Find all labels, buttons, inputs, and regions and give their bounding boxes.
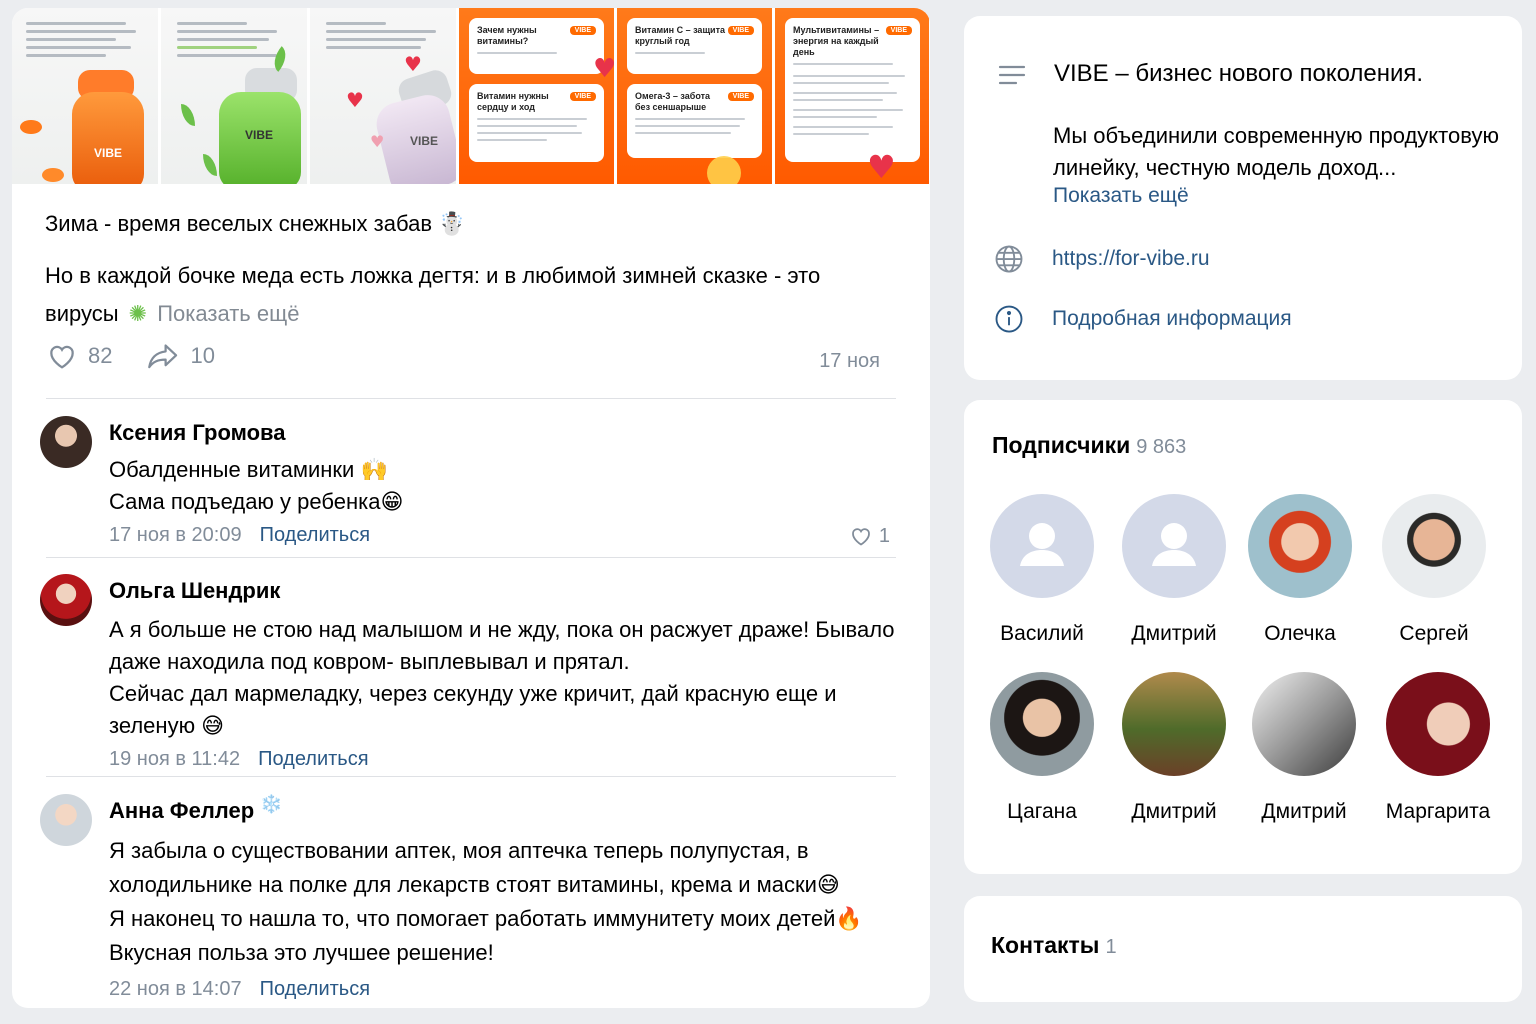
comment-text: Я забыла о существовании аптек, моя апте…	[109, 838, 863, 965]
avatar	[1248, 494, 1352, 598]
show-more-link[interactable]: Показать ещё	[1053, 184, 1189, 208]
avatar	[1122, 672, 1226, 776]
subscribers-card: Подписчики 9 863 Василий Дмитрий Олечка С…	[964, 400, 1522, 874]
comment-meta: 17 ноя в 20:09 Поделиться	[109, 524, 370, 547]
show-more-link[interactable]: Показать ещё	[157, 301, 299, 326]
subscriber[interactable]: Цагана	[982, 672, 1102, 824]
gallery-photo-2[interactable]: VIBE	[161, 8, 307, 184]
divider	[46, 557, 896, 558]
avatar	[1382, 494, 1486, 598]
comment-time[interactable]: 17 ноя в 20:09	[109, 524, 242, 546]
comment-like[interactable]: 1	[849, 524, 890, 548]
avatar[interactable]	[40, 794, 92, 846]
comment-time[interactable]: 22 ноя в 14:07	[109, 978, 242, 1000]
likes-count: 82	[88, 343, 113, 368]
shares-count: 10	[190, 343, 215, 368]
virus-emoji-icon: ✺	[128, 302, 148, 327]
comment: Ксения Громова Обалденные витаминки 🙌 Са…	[40, 414, 900, 554]
details-link[interactable]: Подробная информация	[1052, 307, 1292, 331]
subscriber[interactable]: Маргарита	[1378, 672, 1498, 824]
divider	[46, 776, 896, 777]
avatar	[990, 672, 1094, 776]
post-text-line-3: вирусы ✺ Показать ещё	[45, 301, 300, 327]
website-row[interactable]: https://for-vibe.ru	[994, 244, 1210, 274]
post-text-line-1: Зима - время веселых снежных забав ☃️	[45, 211, 466, 236]
contacts-count: 1	[1105, 936, 1117, 958]
avatar[interactable]	[40, 416, 92, 468]
default-avatar-icon	[1122, 494, 1226, 598]
vibe-logo: VIBE	[245, 128, 274, 142]
comment-author[interactable]: Ксения Громова	[109, 420, 285, 446]
post-card: VIBE VIBE VIBE ♥ ♥ ♥ Зачем нужны витамин…	[12, 8, 930, 1008]
gallery-photo-1[interactable]: VIBE	[12, 8, 158, 184]
share-icon[interactable]	[146, 340, 180, 372]
contacts-header[interactable]: Контакты 1	[991, 932, 1117, 959]
gallery-photo-4[interactable]: Зачем нужны витамины? VIBE Витамин нужны…	[459, 8, 614, 184]
subscriber[interactable]: Дмитрий	[1244, 672, 1364, 824]
post-text-line-2: Но в каждой бочке меда есть ложка дегтя:…	[45, 263, 821, 288]
contacts-card: Контакты 1	[964, 896, 1522, 1002]
globe-icon	[994, 244, 1024, 274]
post-photo-gallery: VIBE VIBE VIBE ♥ ♥ ♥ Зачем нужны витамин…	[12, 8, 930, 184]
avatar	[1252, 672, 1356, 776]
about-title: VIBE – бизнес нового поколения.	[1054, 60, 1424, 87]
avatar	[1386, 672, 1490, 776]
snowflake-badge-icon: ❄️	[260, 794, 283, 815]
comment-share-link[interactable]: Поделиться	[258, 748, 368, 770]
gallery-photo-5[interactable]: Витамин С – защита круглый год VIBE Омег…	[617, 8, 772, 184]
about-card: VIBE – бизнес нового поколения. Мы объед…	[964, 16, 1522, 380]
gallery-photo-3[interactable]: VIBE ♥ ♥ ♥	[310, 8, 456, 184]
comment-author[interactable]: Ольга Шендрик	[109, 578, 280, 604]
subscribers-header[interactable]: Подписчики 9 863	[992, 432, 1186, 459]
about-description: Мы объединили современную продуктовую ли…	[1053, 123, 1499, 180]
comment: Ольга Шендрик А я больше не стою над мал…	[40, 572, 900, 772]
gallery-photo-6[interactable]: Мультивитамины – энергия на каждый день …	[775, 8, 929, 184]
post-date: 17 ноя	[819, 350, 880, 372]
comment-author[interactable]: Анна Феллер ❄️	[109, 794, 283, 824]
comment-meta: 19 ноя в 11:42 Поделиться	[109, 748, 369, 771]
like-icon[interactable]	[849, 524, 873, 548]
info-icon	[994, 304, 1024, 334]
subscribers-count: 9 863	[1136, 436, 1187, 458]
divider	[46, 398, 896, 399]
comment-share-link[interactable]: Поделиться	[260, 524, 370, 546]
comment-share-link[interactable]: Поделиться	[260, 978, 370, 1000]
subscriber[interactable]: Дмитрий	[1114, 494, 1234, 646]
comment-text: А я больше не стою над малышом и не жду,…	[109, 617, 895, 738]
post-actions: 82 10	[46, 340, 215, 372]
comment-likes-count: 1	[878, 524, 890, 547]
subscriber[interactable]: Олечка	[1240, 494, 1360, 646]
vibe-logo: VIBE	[94, 146, 123, 160]
details-row[interactable]: Подробная информация	[994, 304, 1292, 334]
subscriber[interactable]: Сергей	[1374, 494, 1494, 646]
comment-time[interactable]: 19 ноя в 11:42	[109, 748, 240, 770]
comment-meta: 22 ноя в 14:07 Поделиться	[109, 978, 370, 1001]
comment-text: Обалденные витаминки 🙌 Сама подъедаю у р…	[109, 457, 404, 514]
like-icon[interactable]	[46, 340, 78, 372]
vibe-logo: VIBE	[410, 134, 439, 148]
default-avatar-icon	[990, 494, 1094, 598]
subscriber[interactable]: Василий	[982, 494, 1102, 646]
comment: Анна Феллер ❄️ Я забыла о существовании …	[40, 792, 900, 1002]
subscriber[interactable]: Дмитрий	[1114, 672, 1234, 824]
menu-lines-icon	[998, 64, 1026, 91]
avatar[interactable]	[40, 574, 92, 626]
website-link[interactable]: https://for-vibe.ru	[1052, 247, 1210, 271]
